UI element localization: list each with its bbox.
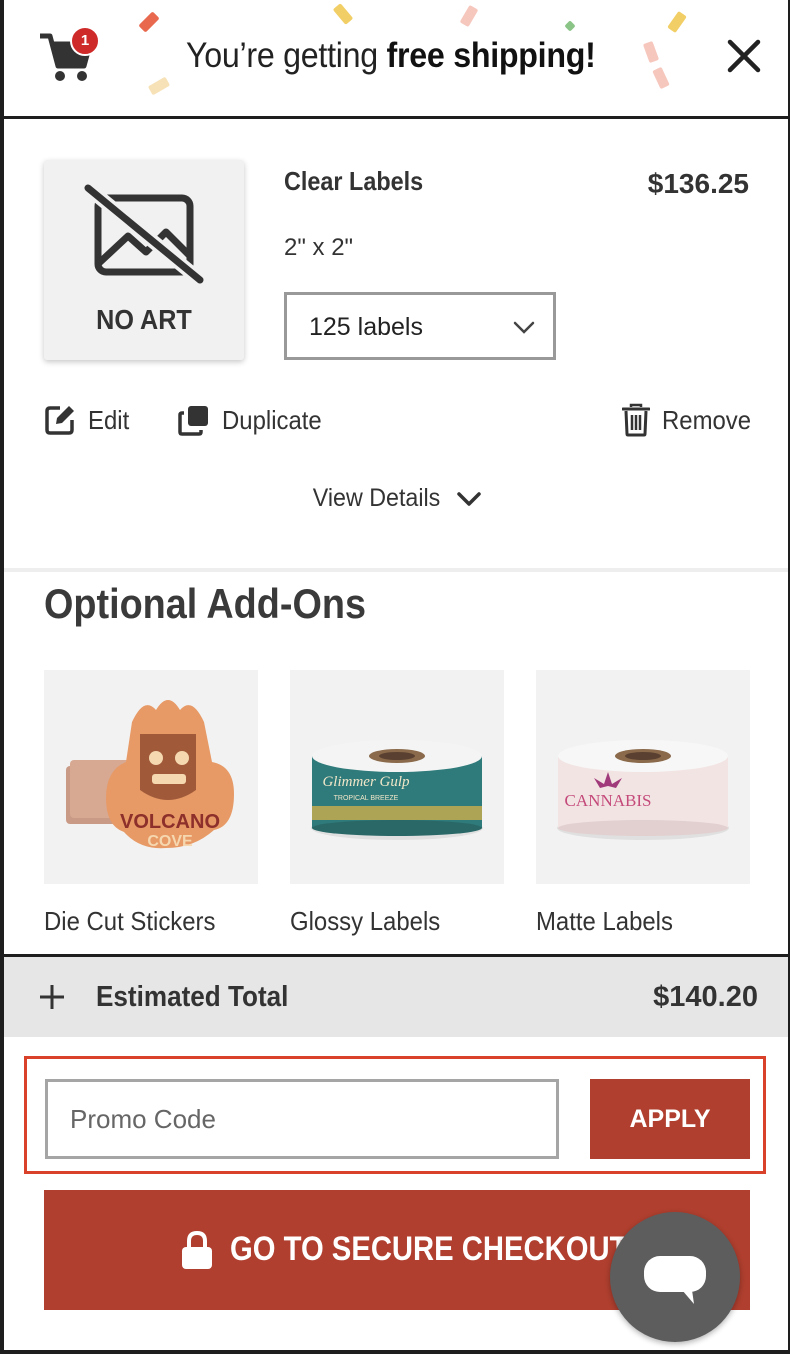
close-icon [727, 39, 761, 73]
confetti-piece [147, 76, 171, 96]
chat-bubble-icon [644, 1256, 706, 1304]
die-cut-sticker-text-2: COVE [147, 833, 193, 850]
remove-button[interactable]: Remove [622, 400, 759, 440]
matte-label-text-1: CANNABIS [565, 791, 652, 810]
edit-button[interactable]: Edit [44, 400, 133, 440]
glossy-label-roll-art: Glimmer Gulp TROPICAL BREEZE [311, 740, 483, 840]
addon-image-glossy-labels: Glimmer Gulp TROPICAL BREEZE [290, 670, 504, 884]
addon-label-glossy-labels: Glossy Labels [290, 906, 441, 936]
addons-title: Optional Add-Ons [44, 580, 366, 627]
addon-image-matte-labels: CANNABIS [536, 670, 750, 884]
cart-header: 1 You’re getting free shipping! [4, 0, 788, 117]
window-border-bottom [0, 1350, 790, 1354]
addon-image-die-cut-stickers: VOLCANO COVE [44, 670, 258, 884]
free-shipping-prefix: You’re getting [186, 36, 387, 75]
cart-count-badge: 1 [70, 26, 100, 56]
chat-button[interactable] [610, 1212, 740, 1342]
lock-icon [182, 1230, 212, 1269]
addon-label-die-cut-stickers: Die Cut Stickers [44, 906, 216, 936]
confetti-piece [138, 11, 160, 33]
no-art-label: NO ART [96, 304, 192, 335]
chevron-down-icon [513, 321, 535, 334]
addon-glossy-labels[interactable]: Glimmer Gulp TROPICAL BREEZE Glossy Labe… [290, 670, 504, 937]
estimated-total-toggle[interactable]: Estimated Total $140.20 [4, 957, 788, 1037]
promo-code-input[interactable] [45, 1079, 559, 1159]
no-image-icon [84, 184, 204, 284]
confetti-piece [564, 20, 576, 32]
quantity-select[interactable]: 125 labels [284, 292, 556, 360]
die-cut-sticker-text-1: VOLCANO [120, 811, 220, 833]
confetti-piece [459, 4, 479, 28]
duplicate-icon [178, 406, 208, 436]
addon-label-matte-labels: Matte Labels [536, 906, 673, 936]
duplicate-button[interactable]: Duplicate [178, 400, 330, 440]
item-title: Clear Labels [284, 166, 424, 196]
header-divider [4, 116, 788, 119]
glossy-label-text-1: Glimmer Gulp [322, 774, 410, 790]
apply-promo-button[interactable]: APPLY [590, 1079, 750, 1159]
remove-label: Remove [662, 404, 752, 435]
confetti-piece [667, 10, 687, 34]
section-divider [4, 568, 788, 572]
free-shipping-emphasis: free shipping! [386, 36, 596, 75]
estimated-total-label: Estimated Total [96, 981, 289, 1013]
glossy-label-text-2: TROPICAL BREEZE [334, 795, 399, 802]
item-price: $136.25 [647, 168, 749, 199]
chevron-down-icon [457, 491, 481, 506]
close-button[interactable] [724, 36, 764, 76]
cart-button[interactable]: 1 [38, 24, 100, 82]
free-shipping-message: You’re getting free shipping! [186, 36, 596, 76]
view-details-toggle[interactable]: View Details [308, 484, 481, 513]
edit-icon [45, 406, 74, 435]
quantity-selected-value: 125 labels [309, 313, 423, 341]
plus-icon [40, 985, 64, 1009]
promo-code-section: APPLY [24, 1056, 766, 1174]
addon-matte-labels[interactable]: CANNABIS Matte Labels [536, 670, 750, 937]
window-border-left [0, 0, 4, 1354]
item-thumbnail: NO ART [44, 160, 244, 360]
edit-label: Edit [88, 404, 130, 435]
item-size: 2" x 2" [284, 234, 354, 261]
confetti-piece [642, 40, 660, 64]
trash-icon [622, 403, 650, 437]
estimated-total-value: $140.20 [653, 981, 758, 1013]
secure-checkout-label: GO TO SECURE CHECKOUT [230, 1230, 628, 1268]
confetti-piece [332, 3, 354, 25]
die-cut-sticker-art: VOLCANO COVE [66, 700, 234, 850]
matte-label-roll-art: CANNABIS [557, 740, 729, 840]
duplicate-label: Duplicate [222, 404, 322, 435]
confetti-piece [652, 66, 670, 90]
addon-die-cut-stickers[interactable]: VOLCANO COVE Die Cut Stickers [44, 670, 258, 937]
view-details-label: View Details [312, 484, 441, 512]
